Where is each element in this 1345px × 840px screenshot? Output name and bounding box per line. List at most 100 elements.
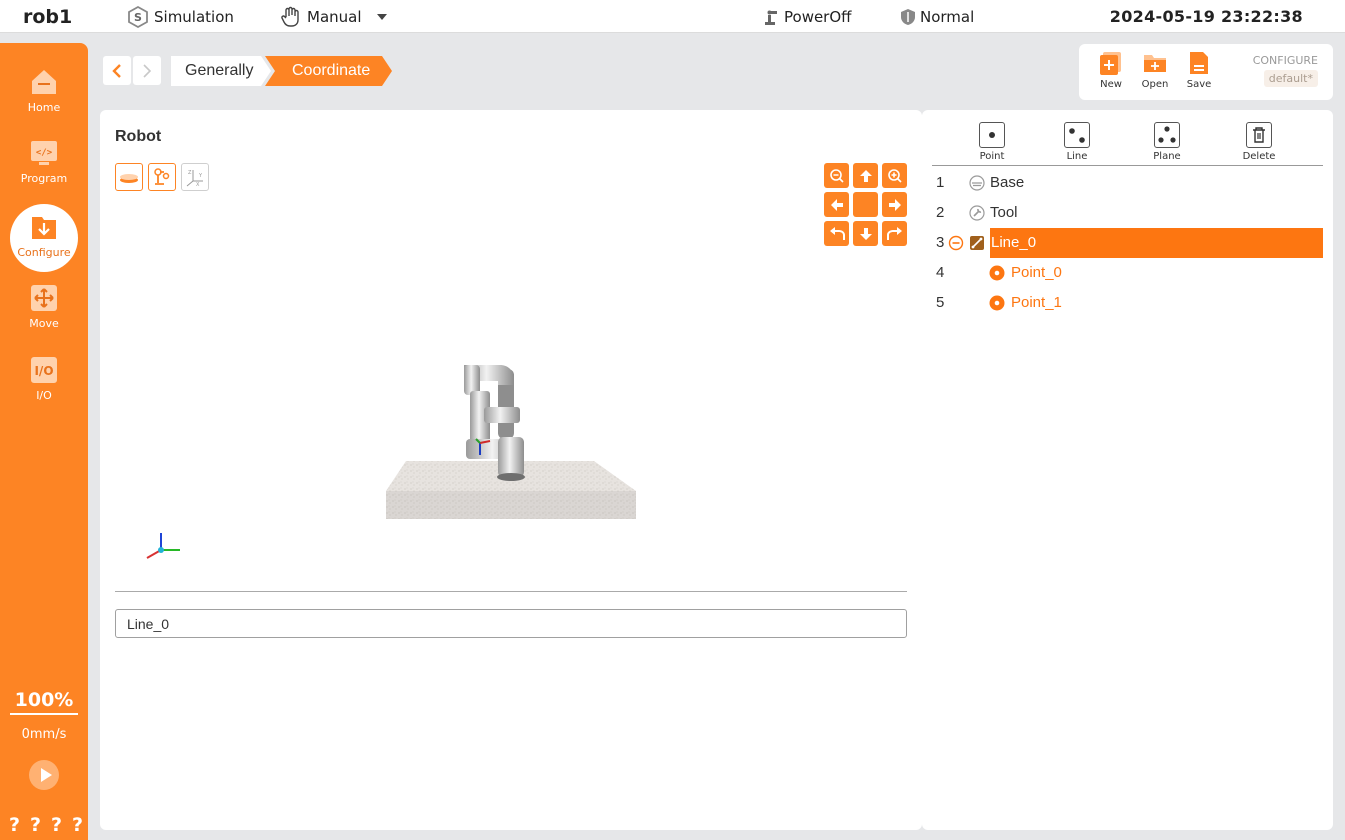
row-label: Point_1 [1011, 294, 1062, 311]
plane-label: Plane [1153, 151, 1181, 162]
robot-arm-icon [154, 168, 170, 185]
sidebar-item-configure[interactable]: Configure [10, 204, 78, 272]
pan-left-button[interactable] [824, 192, 849, 217]
svg-text:S: S [134, 11, 142, 24]
tree-row-base[interactable]: 1 Base [932, 168, 1323, 198]
file-toolbar: New Open Save CONFIGURE default* [1079, 44, 1333, 100]
sidebar-item-program[interactable]: </> Program [0, 138, 88, 185]
coordinate-tree-panel: Point Line Plane Delete 1 Base 2 Tool 3 … [922, 110, 1333, 830]
rotate-left-icon [829, 226, 845, 240]
sidebar-item-move[interactable]: Move [0, 283, 88, 330]
open-button[interactable]: Open [1137, 50, 1173, 90]
move-arrows-icon [31, 285, 57, 311]
add-plane-button[interactable]: Plane [1142, 122, 1192, 162]
selection-highlight [990, 228, 1323, 258]
simulation-status[interactable]: S Simulation [126, 0, 234, 33]
new-button[interactable]: New [1093, 50, 1129, 90]
panel-title: Robot [115, 128, 162, 145]
back-button[interactable] [103, 56, 131, 85]
delete-button[interactable]: Delete [1234, 122, 1284, 162]
save-button[interactable]: Save [1181, 50, 1217, 90]
arrow-left-icon [830, 198, 843, 211]
breadcrumb-coordinate[interactable]: Coordinate [265, 56, 392, 86]
help-mark[interactable]: ? [9, 814, 20, 836]
svg-text:</>: </> [36, 148, 53, 158]
collapse-icon[interactable] [948, 235, 964, 251]
play-button[interactable] [29, 760, 59, 790]
robot-view-panel: Robot Z Y X [100, 110, 922, 830]
axis-view-button[interactable]: Z Y X [181, 163, 209, 191]
help-mark[interactable]: ? [30, 814, 41, 836]
rotate-right-button[interactable] [882, 221, 907, 246]
arrow-up-icon [859, 169, 872, 182]
plane-tool-icon [1154, 122, 1180, 148]
forward-button[interactable] [133, 56, 161, 85]
pan-right-button[interactable] [882, 192, 907, 217]
svg-text:Z: Z [188, 170, 192, 176]
axis-icon: Z Y X [186, 170, 203, 187]
io-icon: I/O [31, 357, 57, 383]
simulation-icon: S [128, 5, 148, 28]
breadcrumb-generally[interactable]: Generally [171, 56, 271, 86]
rotate-left-button[interactable] [824, 221, 849, 246]
new-file-icon [1100, 52, 1121, 75]
save-label: Save [1186, 79, 1212, 90]
help-mark[interactable]: ? [51, 814, 62, 836]
tree-row-line-0[interactable]: 3 Line_0 [932, 228, 1323, 258]
coordinate-name-input[interactable] [115, 609, 907, 638]
svg-text:Y: Y [198, 173, 203, 179]
chevron-down-icon [376, 13, 387, 20]
tree-row-point-0[interactable]: 4 Point_0 [932, 258, 1323, 288]
open-label: Open [1141, 79, 1169, 90]
arrow-down-icon [859, 227, 872, 240]
config-name: default* [1263, 70, 1318, 87]
robot-view-button[interactable] [148, 163, 176, 191]
point-label: Point [979, 151, 1005, 162]
delete-label: Delete [1242, 151, 1276, 162]
sidebar-item-label: Move [29, 317, 59, 330]
sidebar-item-io[interactable]: I/O I/O [0, 355, 88, 402]
tree-row-point-1[interactable]: 5 Point_1 [932, 288, 1323, 318]
robot-3d-scene[interactable] [380, 355, 640, 525]
help-mark[interactable]: ? [72, 814, 83, 836]
mode-selector[interactable]: Manual [279, 0, 392, 33]
add-point-button[interactable]: Point [967, 122, 1017, 162]
world-axis-icon [146, 533, 180, 559]
pan-down-button[interactable] [853, 221, 878, 246]
trash-icon [1246, 122, 1272, 148]
line-icon [970, 236, 984, 250]
row-label: Tool [990, 204, 1018, 221]
tool-icon [969, 205, 985, 221]
zoom-in-icon [887, 168, 902, 183]
safety-status[interactable]: Normal [900, 0, 974, 33]
mode-label: Manual [307, 7, 362, 26]
power-status[interactable]: PowerOff [763, 0, 852, 33]
row-number: 2 [936, 204, 945, 221]
add-line-button[interactable]: Line [1052, 122, 1102, 162]
row-number: 4 [936, 264, 945, 281]
sidebar-item-label: Configure [17, 246, 71, 259]
robot-arm-icon [765, 10, 777, 25]
open-folder-icon [1144, 55, 1166, 72]
help-marks: ? ? ? ? [4, 814, 88, 836]
point-icon [989, 265, 1005, 281]
zoom-out-button[interactable] [824, 163, 849, 188]
base-icon [120, 174, 138, 183]
reset-view-button[interactable] [853, 192, 878, 217]
base-view-button[interactable] [115, 163, 143, 191]
sidebar-item-label: Program [20, 172, 68, 185]
row-number: 5 [936, 294, 945, 311]
row-label: Base [990, 174, 1025, 191]
datetime: 2024-05-19 23:22:38 [1109, 7, 1303, 26]
pan-up-button[interactable] [853, 163, 878, 188]
shield-icon [901, 8, 915, 25]
home-icon [32, 70, 56, 94]
zoom-in-button[interactable] [882, 163, 907, 188]
configure-label: CONFIGURE [1252, 54, 1318, 67]
svg-text:X: X [196, 182, 200, 187]
speed-percent[interactable]: 100% [10, 689, 78, 715]
divider [115, 591, 907, 592]
tree-row-tool[interactable]: 2 Tool [932, 198, 1323, 228]
row-number: 3 [936, 234, 945, 251]
sidebar-item-home[interactable]: Home [0, 67, 88, 114]
